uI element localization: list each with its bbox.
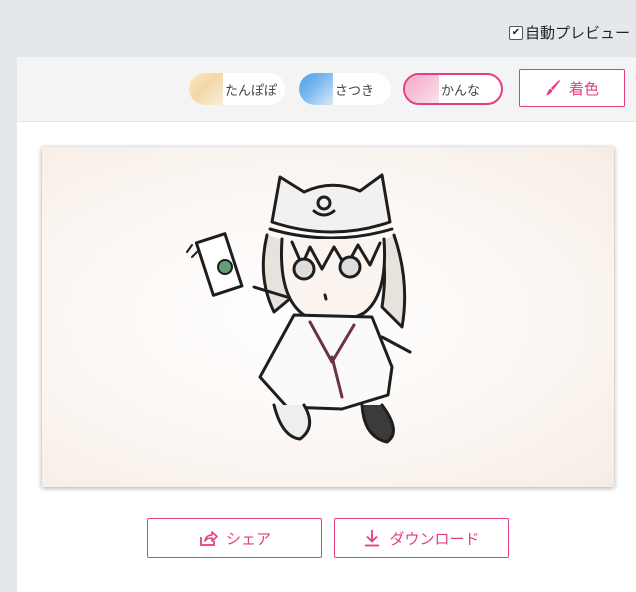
share-button[interactable]: シェア (147, 518, 322, 558)
download-button[interactable]: ダウンロード (334, 518, 509, 558)
share-label: シェア (225, 529, 271, 548)
card-header: たんぽぽ さつき かんな 着色 (17, 57, 636, 122)
style-thumbnail (189, 73, 223, 105)
preview-image (42, 147, 614, 487)
style-chip-label: たんぽぽ (225, 83, 278, 99)
download-icon (363, 528, 381, 548)
share-icon (198, 529, 218, 547)
style-chip-tanpopo[interactable]: たんぽぽ (189, 73, 285, 105)
auto-preview-checkbox[interactable]: ✔ (508, 25, 523, 40)
style-chip-kanna[interactable]: かんな (403, 73, 503, 105)
style-chip-label: かんな (441, 83, 481, 99)
download-label: ダウンロード (389, 529, 480, 548)
style-thumbnail (405, 75, 439, 103)
brush-icon (545, 79, 561, 97)
style-chip-satsuki[interactable]: さつき (299, 73, 391, 105)
auto-preview-label: 自動プレビュー (524, 24, 630, 42)
character-sketch (186, 173, 412, 444)
style-thumbnail (299, 73, 333, 105)
top-bar: ✔ 自動プレビュー (0, 0, 636, 56)
style-chip-label: さつき (335, 83, 375, 99)
colorize-button[interactable]: 着色 (519, 69, 625, 107)
colorize-card: たんぽぽ さつき かんな 着色 シェア ダウンロード (17, 57, 636, 592)
auto-preview-toggle[interactable]: ✔ 自動プレビュー (508, 22, 630, 43)
colorize-label: 着色 (568, 79, 599, 98)
